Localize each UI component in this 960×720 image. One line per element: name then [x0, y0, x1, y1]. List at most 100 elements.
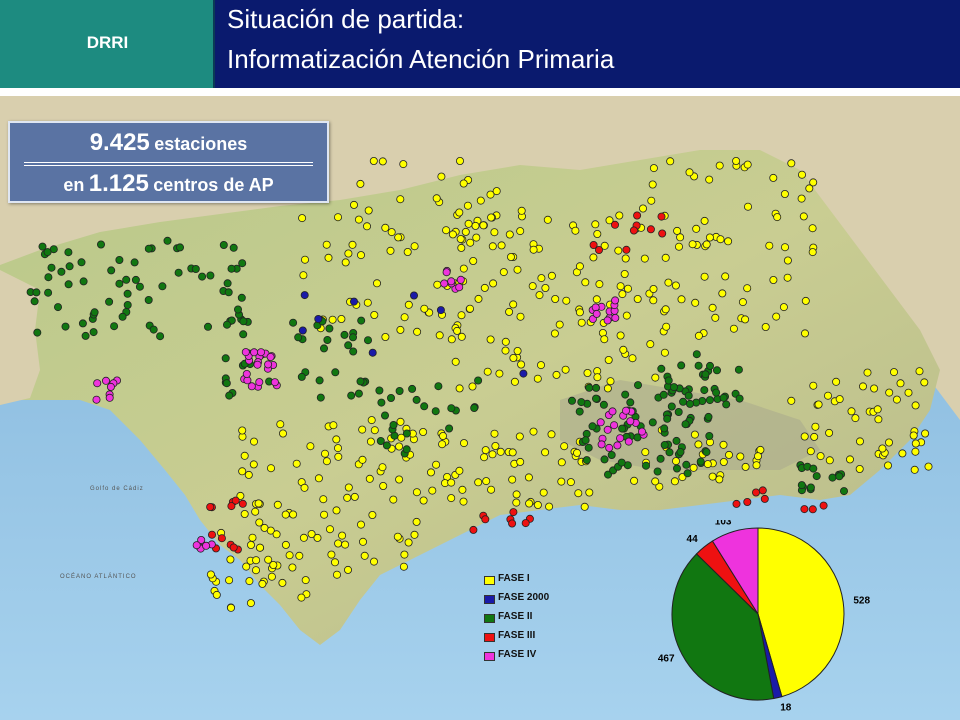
- center-marker: [512, 490, 521, 499]
- center-marker: [43, 248, 52, 257]
- center-marker: [54, 303, 63, 312]
- center-marker: [909, 431, 918, 440]
- center-marker: [513, 346, 522, 355]
- center-marker: [347, 391, 356, 400]
- legend-label: FASE I: [498, 573, 530, 584]
- center-marker: [799, 212, 808, 221]
- center-marker: [89, 328, 98, 337]
- center-marker: [222, 379, 231, 388]
- center-marker: [163, 236, 172, 245]
- pie-value-label: 44: [687, 534, 699, 545]
- center-marker: [589, 240, 598, 249]
- center-marker: [700, 386, 709, 395]
- center-marker: [915, 367, 924, 376]
- center-marker: [469, 525, 478, 534]
- center-marker: [229, 543, 238, 552]
- header-bar: Situación de partida: Informatización At…: [215, 0, 960, 88]
- center-marker: [684, 391, 693, 400]
- center-marker: [566, 478, 575, 487]
- center-marker: [571, 226, 580, 235]
- center-marker: [249, 437, 258, 446]
- center-marker: [206, 271, 215, 280]
- center-marker: [825, 428, 834, 437]
- center-marker: [517, 206, 526, 215]
- center-marker: [665, 448, 674, 457]
- center-marker: [607, 450, 616, 459]
- center-marker: [44, 288, 53, 297]
- center-marker: [300, 255, 309, 264]
- center-marker: [732, 499, 741, 508]
- center-marker: [543, 215, 552, 224]
- center-marker: [295, 551, 304, 560]
- center-marker: [378, 463, 387, 472]
- center-marker: [557, 458, 566, 467]
- center-marker: [517, 360, 526, 369]
- center-marker: [618, 290, 627, 299]
- center-marker: [298, 326, 307, 335]
- center-marker: [653, 467, 662, 476]
- pie-value-label: 467: [658, 654, 675, 665]
- center-marker: [223, 279, 232, 288]
- center-marker: [158, 282, 167, 291]
- center-marker: [412, 488, 421, 497]
- center-marker: [581, 278, 590, 287]
- center-marker: [207, 530, 216, 539]
- center-marker: [419, 496, 428, 505]
- center-marker: [616, 331, 625, 340]
- center-marker: [343, 565, 352, 574]
- center-marker: [358, 537, 367, 546]
- center-marker: [659, 390, 668, 399]
- center-marker: [368, 348, 377, 357]
- center-marker: [202, 541, 211, 550]
- center-marker: [487, 485, 496, 494]
- center-marker: [483, 367, 492, 376]
- center-marker: [780, 189, 789, 198]
- center-marker: [696, 457, 705, 466]
- center-marker: [474, 478, 483, 487]
- center-marker: [700, 216, 709, 225]
- center-marker: [396, 325, 405, 334]
- center-marker: [649, 164, 658, 173]
- center-marker: [356, 520, 365, 529]
- center-marker: [30, 297, 39, 306]
- center-marker: [474, 376, 483, 385]
- center-marker: [468, 382, 477, 391]
- center-marker: [921, 429, 930, 438]
- center-marker: [529, 427, 538, 436]
- stats-stations: 9.425 estaciones: [10, 129, 327, 157]
- center-marker: [413, 327, 422, 336]
- center-marker: [448, 230, 457, 239]
- center-marker: [395, 475, 404, 484]
- center-marker: [924, 462, 933, 471]
- center-marker: [226, 603, 235, 612]
- center-marker: [574, 489, 583, 498]
- center-marker: [463, 201, 472, 210]
- center-marker: [597, 440, 606, 449]
- center-marker: [664, 376, 673, 385]
- center-marker: [537, 361, 546, 370]
- center-marker: [713, 366, 722, 375]
- center-marker: [859, 382, 868, 391]
- center-marker: [630, 476, 639, 485]
- center-marker: [581, 436, 590, 445]
- center-marker: [599, 400, 608, 409]
- center-marker: [663, 414, 672, 423]
- center-marker: [592, 309, 601, 318]
- header-rule: [0, 88, 960, 96]
- center-marker: [344, 483, 353, 492]
- center-marker: [32, 288, 41, 297]
- center-marker: [641, 448, 650, 457]
- center-marker: [580, 502, 589, 511]
- center-marker: [533, 500, 542, 509]
- center-marker: [596, 418, 605, 427]
- center-marker: [547, 430, 556, 439]
- center-marker: [447, 404, 456, 413]
- center-marker: [395, 442, 404, 451]
- center-marker: [779, 303, 788, 312]
- center-marker: [501, 337, 510, 346]
- center-marker: [451, 357, 460, 366]
- center-marker: [490, 429, 499, 438]
- center-marker: [135, 282, 144, 291]
- center-marker: [447, 494, 456, 503]
- center-marker: [322, 240, 331, 249]
